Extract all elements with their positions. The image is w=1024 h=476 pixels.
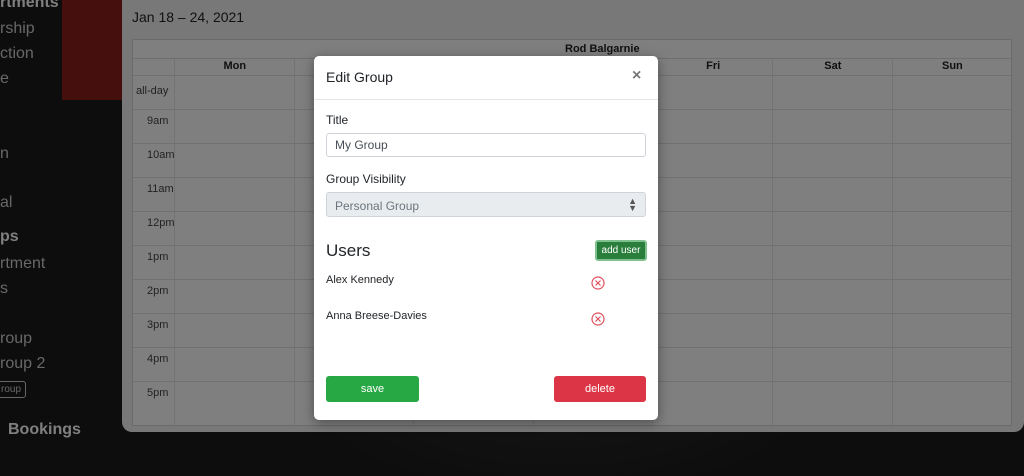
modal-header: Edit Group ×	[314, 56, 658, 100]
visibility-select[interactable]: Personal Group ▲ ▼	[326, 192, 646, 217]
delete-button[interactable]: delete	[554, 376, 646, 402]
user-name: Alex Kennedy	[326, 274, 394, 286]
select-arrows-icon: ▲ ▼	[628, 196, 637, 213]
remove-user-icon[interactable]	[591, 312, 605, 326]
title-input[interactable]	[326, 133, 646, 157]
save-button[interactable]: save	[326, 376, 419, 402]
edit-group-modal: Edit Group × Title Group Visibility Pers…	[314, 56, 658, 420]
close-icon[interactable]: ×	[632, 67, 641, 85]
user-name: Anna Breese-Davies	[326, 310, 427, 322]
title-label: Title	[326, 113, 349, 127]
visibility-select-value: Personal Group	[335, 199, 420, 213]
users-heading: Users	[326, 241, 371, 260]
visibility-label: Group Visibility	[326, 172, 406, 186]
remove-user-icon[interactable]	[591, 276, 605, 290]
add-user-button[interactable]: add user	[595, 240, 647, 261]
modal-title: Edit Group	[326, 69, 393, 85]
